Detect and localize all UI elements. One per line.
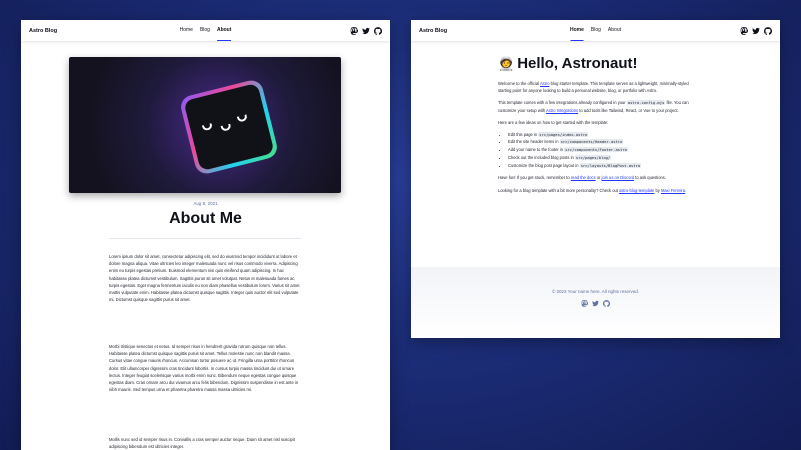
list-item: Check out the included blog posts in src… — [508, 154, 698, 162]
blog-template-link[interactable]: astro-blog-template — [619, 188, 654, 193]
site-nav: Home Blog About — [180, 20, 232, 41]
mastodon-icon[interactable] — [581, 300, 588, 307]
author-link[interactable]: Maxi Ferreira — [661, 188, 685, 193]
astro-integrations-link[interactable]: Astro Integrations — [546, 108, 578, 113]
nav-blog[interactable]: Blog — [200, 20, 210, 41]
mastodon-icon[interactable] — [350, 26, 358, 35]
home-main: 🧑‍🚀 Hello, Astronaut! Welcome to the off… — [498, 55, 698, 199]
list-item: Add your name to the footer in src/compo… — [508, 146, 698, 154]
ideas-list: Edit this page in src/pages/index.astro … — [498, 131, 698, 170]
github-icon[interactable] — [603, 300, 610, 307]
site-header: Astro Blog Home Blog About — [21, 20, 390, 41]
list-item: Customize the blog post page layout in s… — [508, 162, 698, 170]
mastodon-icon[interactable] — [740, 26, 748, 35]
social-links — [740, 26, 772, 35]
site-footer: © 2023 Your name here. All rights reserv… — [411, 267, 780, 338]
twitter-icon[interactable] — [362, 27, 370, 35]
discord-link[interactable]: join us on Discord — [602, 175, 635, 180]
heading-text: Hello, Astronaut! — [517, 55, 638, 72]
astronaut-icon: 🧑‍🚀 — [498, 55, 515, 71]
nav-blog[interactable]: Blog — [591, 20, 601, 41]
page-heading: 🧑‍🚀 Hello, Astronaut! — [498, 55, 698, 72]
post-date: Aug 8, 2021 — [193, 201, 218, 206]
nav-about[interactable]: About — [216, 20, 232, 41]
paragraph-1: Lorem ipsum dolor sit amet, consectetur … — [109, 254, 300, 303]
astro-link[interactable]: Astro — [540, 81, 550, 86]
copyright-text: © 2023 Your name here. All rights reserv… — [551, 289, 640, 294]
social-links — [350, 26, 382, 35]
home-page-window: Astro Blog Home Blog About 🧑‍🚀 Hello, As… — [411, 20, 780, 338]
github-icon[interactable] — [764, 26, 772, 35]
config-file-code: astro.config.mjs — [626, 100, 666, 106]
title-divider — [109, 238, 302, 239]
intro-paragraph: Welcome to the official Astro blog start… — [498, 81, 689, 94]
astro-logo-image — [178, 78, 280, 176]
paragraph-2: Morbi tristique senectus et netus. Id se… — [109, 344, 299, 393]
docs-link[interactable]: read the docs — [571, 175, 596, 180]
nav-home[interactable]: Home — [180, 20, 193, 41]
paragraph-3: Mollis nunc sed id semper risus in. Conv… — [109, 437, 295, 450]
site-nav: Home Blog About — [570, 20, 621, 41]
nav-home[interactable]: Home — [570, 20, 584, 41]
list-item: Edit the site header items in src/compon… — [508, 138, 698, 146]
site-brand[interactable]: Astro Blog — [419, 28, 447, 34]
twitter-icon[interactable] — [592, 300, 599, 307]
ideas-intro: Here are a few ideas on how to get start… — [498, 119, 609, 125]
nav-about[interactable]: About — [608, 20, 621, 41]
site-brand[interactable]: Astro Blog — [29, 28, 57, 34]
about-page-window: Astro Blog Home Blog About Aug 8, 2021 A… — [21, 20, 390, 450]
site-header: Astro Blog Home Blog About — [411, 20, 780, 41]
footer-social-links — [576, 300, 616, 307]
github-icon[interactable] — [374, 26, 382, 35]
more-paragraph: Looking for a blog template with a bit m… — [498, 187, 687, 193]
help-paragraph: Have fun! If you get stuck, remember to … — [498, 175, 666, 181]
hero-image — [69, 57, 341, 193]
twitter-icon[interactable] — [752, 27, 760, 35]
list-item: Edit this page in src/pages/index.astro — [508, 131, 698, 139]
page-title: About Me — [169, 210, 242, 227]
integrations-paragraph: This template comes with a few integrati… — [498, 100, 689, 113]
